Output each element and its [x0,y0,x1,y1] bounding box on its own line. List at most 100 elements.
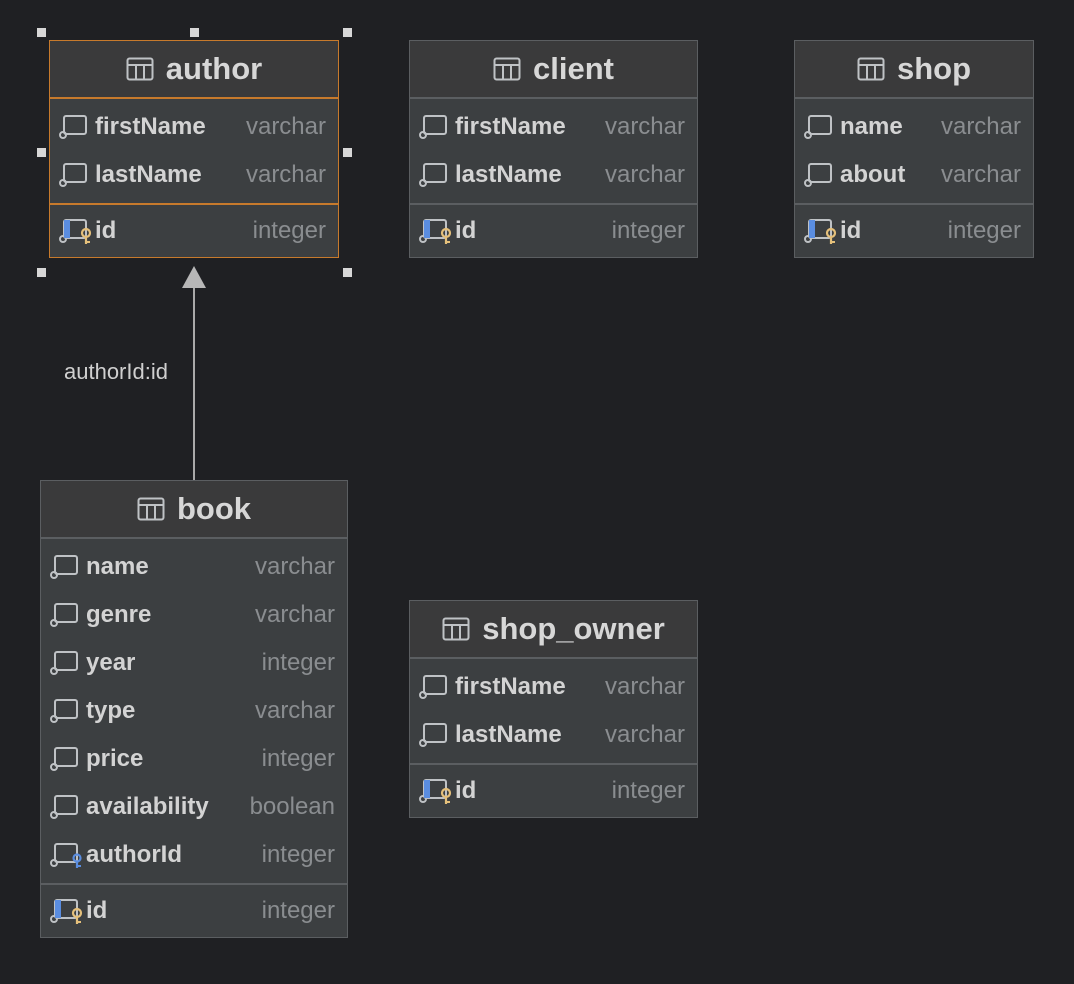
column-name: name [86,553,149,580]
column-name: id [86,897,108,924]
column-name: year [86,649,136,676]
column-name: id [455,217,477,244]
table-name: shop [896,51,972,86]
table-icon [126,57,154,81]
table-shop-owner[interactable]: shop_owner firstName varchar lastName varcha… [409,600,698,818]
table-header[interactable]: shop_owner [410,601,697,659]
resize-handle-w[interactable] [37,148,46,157]
column-icon [419,723,447,747]
column-type: varchar [604,113,685,140]
column-name: id [840,217,862,244]
column-icon [804,163,832,187]
column-name: id [455,777,477,804]
column-type: integer [611,217,685,244]
column-name: lastName [455,161,562,188]
column-row[interactable]: firstName varchar [410,663,697,711]
column-type: integer [611,777,685,804]
table-header[interactable]: book [41,481,347,539]
column-type: boolean [249,793,335,820]
column-name: lastName [455,721,562,748]
column-name: availability [86,793,209,820]
column-name: firstName [95,113,206,140]
column-row[interactable]: year integer [41,639,347,687]
column-name: firstName [455,113,566,140]
primary-key-icon [59,219,92,244]
column-row[interactable]: about varchar [795,151,1033,199]
relation-label: authorId:id [64,359,168,384]
table-header[interactable]: shop [795,41,1033,99]
column-row[interactable]: availability boolean [41,783,347,831]
primary-key-icon [419,779,452,804]
column-name: lastName [95,161,202,188]
column-name: id [95,217,117,244]
column-icon [50,555,78,579]
column-row[interactable]: firstName varchar [410,103,697,151]
table-client[interactable]: client firstName varchar lastName varchar id i… [409,40,698,258]
primary-key-row[interactable]: id integer [795,203,1033,257]
column-row[interactable]: name varchar [795,103,1033,151]
column-row[interactable]: authorId integer [41,831,347,879]
primary-key-row[interactable]: id integer [50,203,338,257]
column-icon [50,603,78,627]
column-name: price [86,745,144,772]
column-icon [50,747,78,771]
column-type: integer [261,841,335,868]
table-name: client [533,51,614,86]
column-type: varchar [245,113,326,140]
column-type: varchar [604,673,685,700]
primary-key-row[interactable]: id integer [410,203,697,257]
table-name: book [176,491,252,526]
column-row[interactable]: name varchar [41,543,347,591]
table-header[interactable]: author [50,41,338,99]
primary-key-icon [419,219,452,244]
column-row[interactable]: firstName varchar [50,103,338,151]
primary-key-row[interactable]: id integer [410,763,697,817]
table-header[interactable]: client [410,41,697,99]
column-row[interactable]: lastName varchar [410,711,697,759]
column-type: varchar [254,553,335,580]
resize-handle-e[interactable] [343,148,352,157]
column-type: varchar [604,161,685,188]
column-type: integer [252,217,326,244]
column-icon [59,115,87,139]
table-icon [137,497,165,521]
resize-handle-n[interactable] [190,28,199,37]
column-row[interactable]: lastName varchar [410,151,697,199]
table-name: author [165,51,263,86]
column-row[interactable]: genre varchar [41,591,347,639]
column-type: varchar [940,161,1021,188]
column-icon [50,699,78,723]
resize-handle-se[interactable] [343,268,352,277]
table-icon [857,57,885,81]
column-type: varchar [245,161,326,188]
table-name: shop_owner [482,611,665,646]
column-name: name [840,113,903,140]
primary-key-icon [50,899,83,924]
column-type: integer [261,649,335,676]
table-shop[interactable]: shop name varchar about varchar id integer [794,40,1034,258]
column-icon [419,115,447,139]
table-icon [493,57,521,81]
column-name: genre [86,601,152,628]
table-icon [442,617,470,641]
column-row[interactable]: lastName varchar [50,151,338,199]
resize-handle-nw[interactable] [37,28,46,37]
column-row[interactable]: type varchar [41,687,347,735]
column-icon [804,115,832,139]
column-name: authorId [86,841,182,868]
column-type: integer [261,745,335,772]
resize-handle-sw[interactable] [37,268,46,277]
foreign-key-icon [50,843,82,868]
column-type: integer [947,217,1021,244]
column-name: type [86,697,136,724]
table-book[interactable]: book name varchar genre varchar year integer ty… [40,480,348,938]
column-icon [59,163,87,187]
column-row[interactable]: price integer [41,735,347,783]
primary-key-icon [804,219,837,244]
column-icon [50,795,78,819]
resize-handle-ne[interactable] [343,28,352,37]
column-type: integer [261,897,335,924]
column-icon [50,651,78,675]
table-author[interactable]: author firstName varchar lastName varchar id i… [49,40,339,258]
primary-key-row[interactable]: id integer [41,883,347,937]
